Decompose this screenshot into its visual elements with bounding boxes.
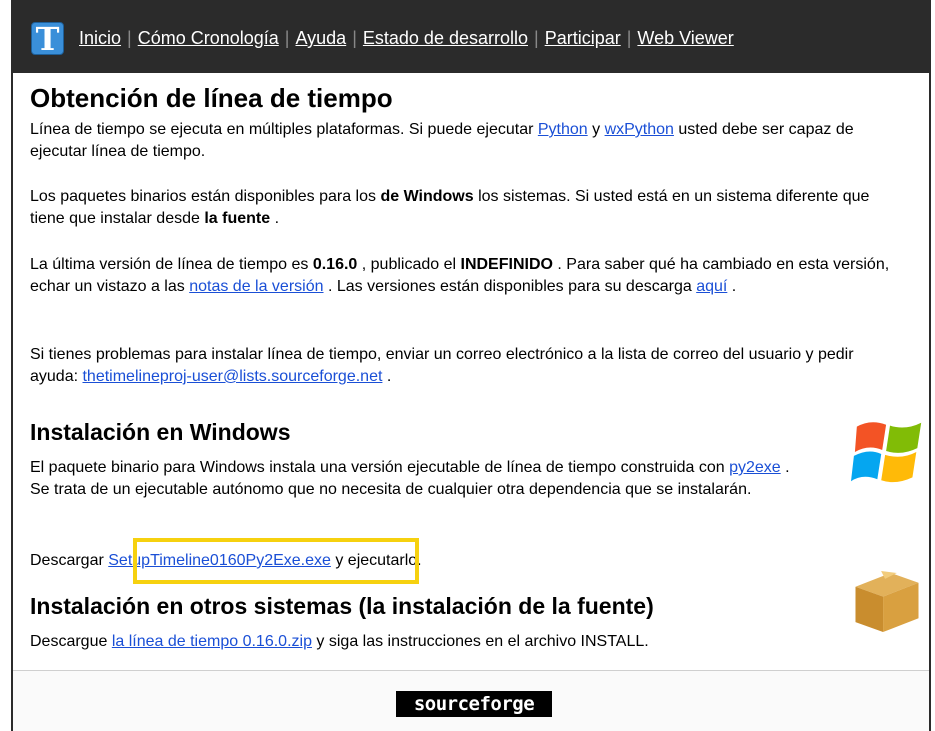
page-frame: T Inicio | Cómo Cronología | Ayuda | Estado de… — [11, 0, 931, 731]
bold-source: la fuente — [204, 210, 271, 227]
nav-link-web-viewer[interactable]: Web Viewer — [637, 28, 733, 48]
source-zip-download-link[interactable]: la línea de tiempo 0.16.0.zip — [112, 633, 312, 650]
version-paragraph: La última versión de línea de tiempo es … — [30, 254, 900, 298]
highlight-box — [133, 538, 419, 584]
nav-separator: | — [626, 28, 632, 48]
windows-logo-icon — [851, 422, 922, 483]
sourceforge-logo[interactable]: sourceforge — [396, 691, 552, 717]
text: Línea de tiempo se ejecuta en múltiples … — [30, 121, 538, 138]
logo-letter: T — [35, 20, 60, 58]
top-navigation-bar: T Inicio | Cómo Cronología | Ayuda | Estado de… — [13, 0, 929, 73]
source-download-paragraph: Descargue la línea de tiempo 0.16.0.zip … — [30, 631, 649, 653]
download-here-link[interactable]: aquí — [696, 278, 727, 295]
nav-separator: | — [352, 28, 357, 48]
nav-separator: | — [534, 28, 539, 48]
release-date: INDEFINIDO — [460, 256, 553, 273]
nav-menu: Inicio | Cómo Cronología | Ayuda | Estado de d… — [79, 28, 734, 49]
py2exe-link[interactable]: py2exe — [729, 459, 781, 476]
text: . — [727, 278, 737, 295]
text: . Las versiones están disponibles para s… — [323, 278, 697, 295]
text: Descargue — [30, 633, 112, 650]
text: . — [270, 210, 280, 227]
mailing-list-email-link[interactable]: thetimelineproj-user@lists.sourceforge.n… — [82, 368, 382, 385]
version-number: 0.16.0 — [312, 256, 358, 273]
wxpython-link[interactable]: wxPython — [605, 121, 674, 138]
footer: sourceforge — [13, 670, 929, 731]
python-link[interactable]: Python — [538, 121, 588, 138]
text: y siga las instrucciones en el archivo I… — [311, 633, 649, 650]
nav-link-como-cronologia[interactable]: Cómo Cronología — [138, 28, 279, 48]
binaries-paragraph: Los paquetes binarios están disponibles … — [30, 186, 900, 230]
text: Los paquetes binarios están disponibles … — [30, 188, 381, 205]
text: y — [587, 121, 605, 138]
release-notes-link[interactable]: notas de la versión — [189, 278, 323, 295]
text: , publicado el — [357, 256, 461, 273]
package-box-icon — [855, 570, 919, 633]
nav-separator: | — [127, 28, 132, 48]
page-title: Obtención de línea de tiempo — [30, 83, 393, 113]
nav-link-participar[interactable]: Participar — [545, 28, 621, 48]
support-paragraph: Si tienes problemas para instalar línea … — [30, 344, 900, 388]
windows-section-title: Instalación en Windows — [30, 419, 291, 445]
intro-paragraph: Línea de tiempo se ejecuta en múltiples … — [30, 119, 900, 163]
nav-link-ayuda[interactable]: Ayuda — [295, 28, 346, 48]
bold-windows: de Windows — [380, 188, 474, 205]
windows-description: El paquete binario para Windows instala … — [30, 457, 790, 501]
nav-link-inicio[interactable]: Inicio — [79, 28, 121, 48]
main-content: Obtención de línea de tiempo Línea de ti… — [30, 83, 910, 650]
nav-link-estado-desarrollo[interactable]: Estado de desarrollo — [363, 28, 528, 48]
timeline-logo-icon[interactable]: T — [31, 20, 64, 58]
text: El paquete binario para Windows instala … — [30, 459, 730, 476]
other-systems-section-title: Instalación en otros sistemas (la instal… — [30, 593, 654, 619]
text: Descargar — [30, 552, 109, 569]
text: . — [382, 368, 392, 385]
text: La última versión de línea de tiempo es — [30, 256, 313, 273]
nav-separator: | — [284, 28, 290, 48]
